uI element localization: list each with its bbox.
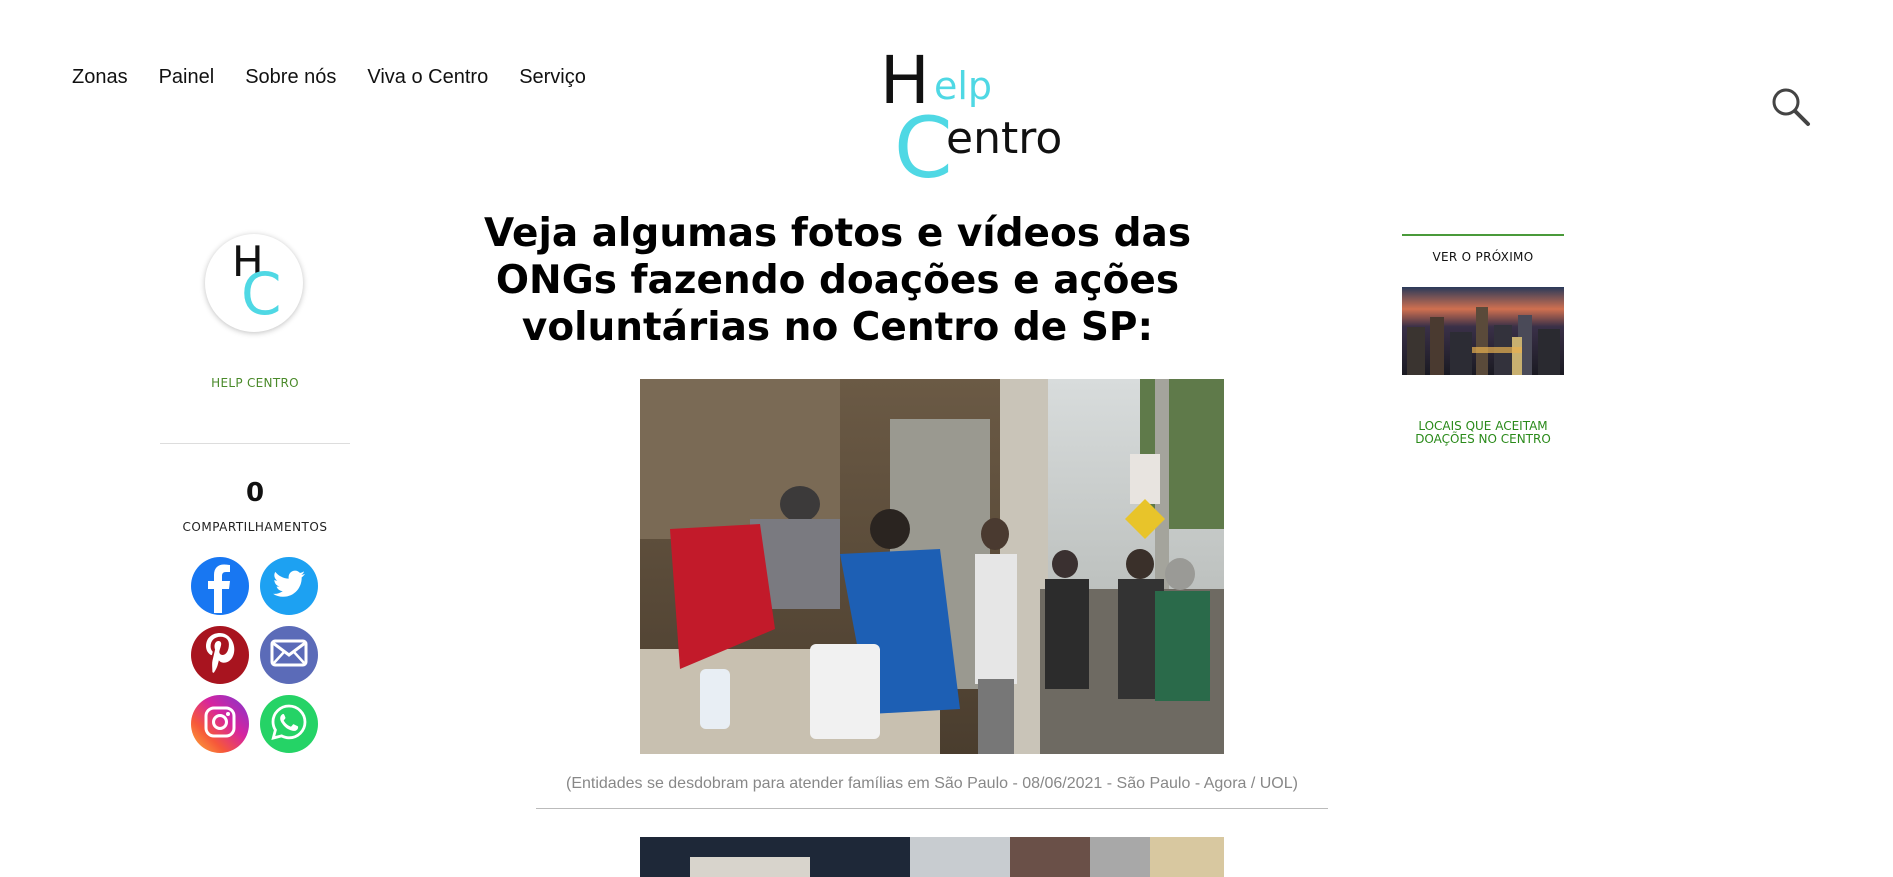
article-title: Veja algumas fotos e vídeos das ONGs faz… — [483, 211, 1192, 350]
photo-caption: (Entidades se desdobram para atender fam… — [566, 775, 1298, 792]
facebook-icon — [200, 555, 240, 618]
email-icon — [270, 639, 308, 672]
next-post-divider — [1402, 234, 1564, 236]
nav-item-zonas[interactable]: Zonas — [72, 66, 128, 89]
email-share-button[interactable] — [260, 626, 318, 684]
author-avatar[interactable]: H C — [205, 234, 303, 332]
sidebar-divider — [160, 443, 350, 444]
share-count: 0 — [245, 478, 265, 508]
nav-item-sobre-nos[interactable]: Sobre nós — [245, 66, 336, 89]
whatsapp-share-button[interactable] — [260, 695, 318, 753]
article-photo-second — [640, 837, 1224, 877]
next-post-link[interactable]: LOCAIS QUE ACEITAM DOAÇÕES NO CENTRO — [1402, 420, 1564, 446]
nav-item-viva-o-centro[interactable]: Viva o Centro — [367, 66, 488, 89]
next-post-label: VER O PRÓXIMO — [1432, 250, 1534, 264]
pinterest-icon — [203, 631, 237, 680]
logo-letter-c: C — [894, 99, 953, 197]
instagram-icon — [203, 705, 237, 744]
main-nav: Zonas Painel Sobre nós Viva o Centro Ser… — [72, 66, 586, 89]
twitter-icon — [273, 570, 305, 603]
facebook-share-button[interactable] — [191, 557, 249, 615]
search-icon[interactable] — [1770, 86, 1812, 128]
article-photo-donation — [640, 379, 1224, 754]
nav-item-painel[interactable]: Painel — [159, 66, 215, 89]
logo-text-entro: entro — [946, 113, 1063, 164]
avatar-letter-c: C — [241, 260, 282, 328]
site-logo[interactable]: H elp C entro — [880, 48, 1062, 191]
whatsapp-icon — [270, 703, 308, 746]
next-post-thumbnail[interactable] — [1402, 287, 1564, 375]
share-label: COMPARTILHAMENTOS — [182, 520, 328, 534]
twitter-share-button[interactable] — [260, 557, 318, 615]
caption-divider — [536, 808, 1328, 809]
pinterest-share-button[interactable] — [191, 626, 249, 684]
instagram-share-button[interactable] — [191, 695, 249, 753]
author-name[interactable]: HELP CENTRO — [160, 376, 350, 390]
nav-item-servico[interactable]: Serviço — [519, 66, 586, 89]
